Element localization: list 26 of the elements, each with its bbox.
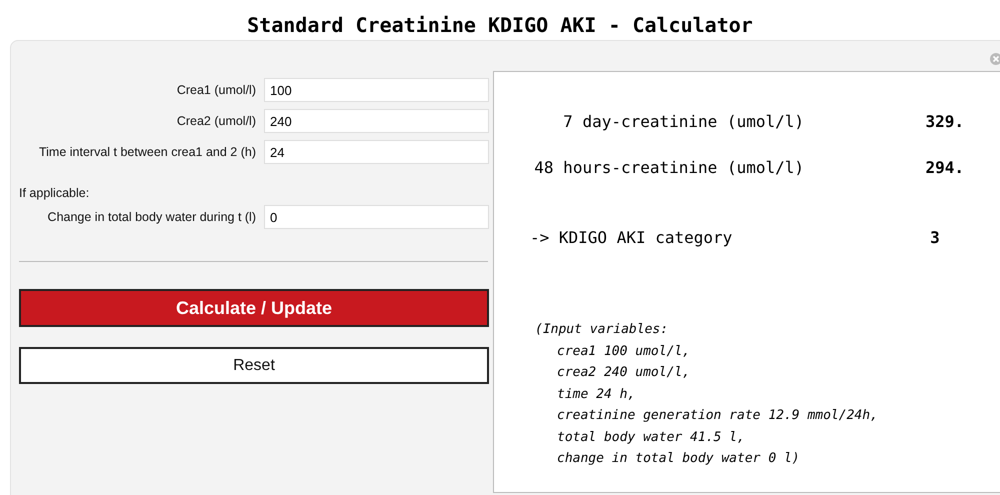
field-label: Crea1 (umol/l) (176, 83, 256, 97)
section-label: If applicable: (19, 186, 90, 200)
result-label: 7 day-creatinine (umol/l) (562, 112, 804, 130)
result-label: 48 hours-creatinine (umol/l) (533, 158, 804, 176)
field-label: Time interval t between crea1 and 2 (h) (38, 145, 256, 159)
input-field[interactable]: 100 (264, 78, 489, 102)
summary-line: creatinine generation rate 12.9 mmol/24h, (556, 407, 879, 425)
summary-line: total body water 41.5 l, (556, 428, 746, 446)
calculate-button[interactable]: Calculate / Update (19, 289, 489, 327)
result-value: 294. (924, 158, 964, 176)
page-title: Standard Creatinine KDIGO AKI - Calculator (246, 12, 754, 39)
summary-line: change in total body water 0 l) (556, 450, 801, 468)
result-label: -> KDIGO AKI category (530, 228, 734, 246)
input-field[interactable]: 0 (264, 205, 489, 229)
field-label: Crea2 (umol/l) (176, 114, 256, 128)
field-label: Change in total body water during t (l) (48, 210, 256, 224)
result-value: 329. (924, 112, 964, 130)
result-value: 3 (929, 228, 941, 246)
reset-button[interactable]: Reset (19, 347, 489, 384)
summary-line: crea2 240 umol/l, (556, 364, 692, 382)
input-field[interactable]: 240 (264, 109, 489, 133)
summary-heading: (Input variables: (535, 321, 670, 339)
close-icon[interactable] (990, 53, 1000, 65)
summary-line: crea1 100 umol/l, (556, 342, 692, 360)
summary-line: time 24 h, (556, 386, 636, 404)
input-field[interactable]: 24 (264, 140, 489, 164)
